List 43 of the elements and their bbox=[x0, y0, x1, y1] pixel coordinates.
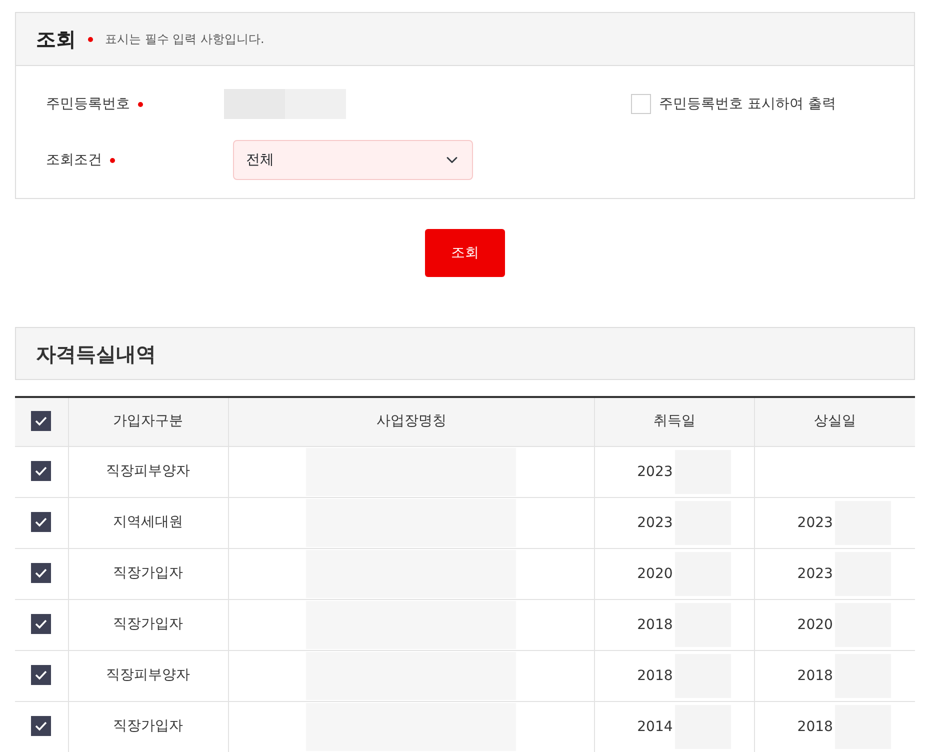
field-label: 조회조건 bbox=[46, 150, 102, 170]
table-cell: 2023 bbox=[637, 514, 673, 530]
check-icon bbox=[35, 670, 48, 680]
table-cell: 직장가입자 bbox=[68, 548, 228, 599]
panel-title: 조회 bbox=[36, 26, 76, 53]
table-cell: 2018 bbox=[637, 616, 673, 632]
table-cell: 직장가입자 bbox=[68, 599, 228, 650]
column-header: 가입자구분 bbox=[68, 397, 228, 446]
check-icon bbox=[35, 466, 48, 476]
column-header: 상실일 bbox=[754, 397, 915, 446]
field-label: 주민등록번호 bbox=[46, 94, 130, 114]
checkbox[interactable] bbox=[31, 562, 52, 582]
checkbox-label: 주민등록번호 표시하여 출력 bbox=[659, 94, 836, 114]
required-note: 표시는 필수 입력 사항입니다. bbox=[105, 31, 264, 48]
table-cell: 지역세대원 bbox=[68, 497, 228, 548]
table-cell: 2023 bbox=[637, 463, 673, 480]
checkbox[interactable] bbox=[31, 512, 52, 532]
table-cell: 2023 bbox=[797, 565, 833, 582]
check-icon bbox=[35, 618, 48, 628]
check-icon bbox=[35, 416, 48, 426]
check-icon bbox=[35, 516, 48, 526]
table-cell: 2018 bbox=[797, 667, 833, 684]
table-cell: 2014 bbox=[637, 718, 673, 734]
required-dot bbox=[88, 36, 93, 42]
checkbox[interactable] bbox=[31, 460, 52, 480]
table-cell: 2020 bbox=[637, 565, 673, 582]
checkbox[interactable] bbox=[31, 410, 52, 431]
table-cell: 직장피부양자 bbox=[68, 650, 228, 701]
column-header: 사업장명칭 bbox=[228, 397, 595, 446]
search-button[interactable]: 조회 bbox=[425, 229, 505, 277]
checkbox[interactable] bbox=[31, 664, 52, 684]
checkbox[interactable] bbox=[31, 614, 52, 634]
table-cell: 2020 bbox=[797, 616, 833, 632]
section-title: 자격득실내역 bbox=[15, 327, 915, 380]
table-cell: 직장피부양자 bbox=[68, 446, 228, 497]
condition-select[interactable]: 전체 bbox=[233, 140, 473, 180]
checkbox[interactable] bbox=[31, 716, 52, 736]
table-cell: 2018 bbox=[797, 718, 833, 734]
table-cell: 2018 bbox=[637, 667, 673, 684]
check-icon bbox=[35, 720, 48, 730]
column-header: 취득일 bbox=[594, 397, 755, 446]
check-icon bbox=[35, 568, 48, 578]
table-cell: 2023 bbox=[797, 514, 833, 530]
